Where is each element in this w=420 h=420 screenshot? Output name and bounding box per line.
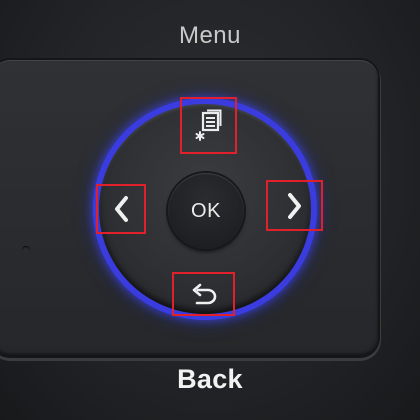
menu-button[interactable]	[180, 97, 237, 154]
control-panel: Menu OK Back	[0, 0, 420, 420]
chevron-right-icon	[286, 192, 304, 220]
indicator-dot	[22, 246, 30, 254]
back-label: Back	[177, 364, 243, 394]
back-arrow-icon	[188, 282, 220, 306]
menu-settings-icon	[194, 109, 224, 143]
ok-button[interactable]: OK	[168, 173, 244, 249]
right-button[interactable]	[266, 180, 323, 231]
left-button[interactable]	[96, 184, 146, 234]
chevron-left-icon	[112, 195, 130, 223]
back-button[interactable]	[172, 272, 235, 316]
menu-label: Menu	[178, 22, 242, 49]
